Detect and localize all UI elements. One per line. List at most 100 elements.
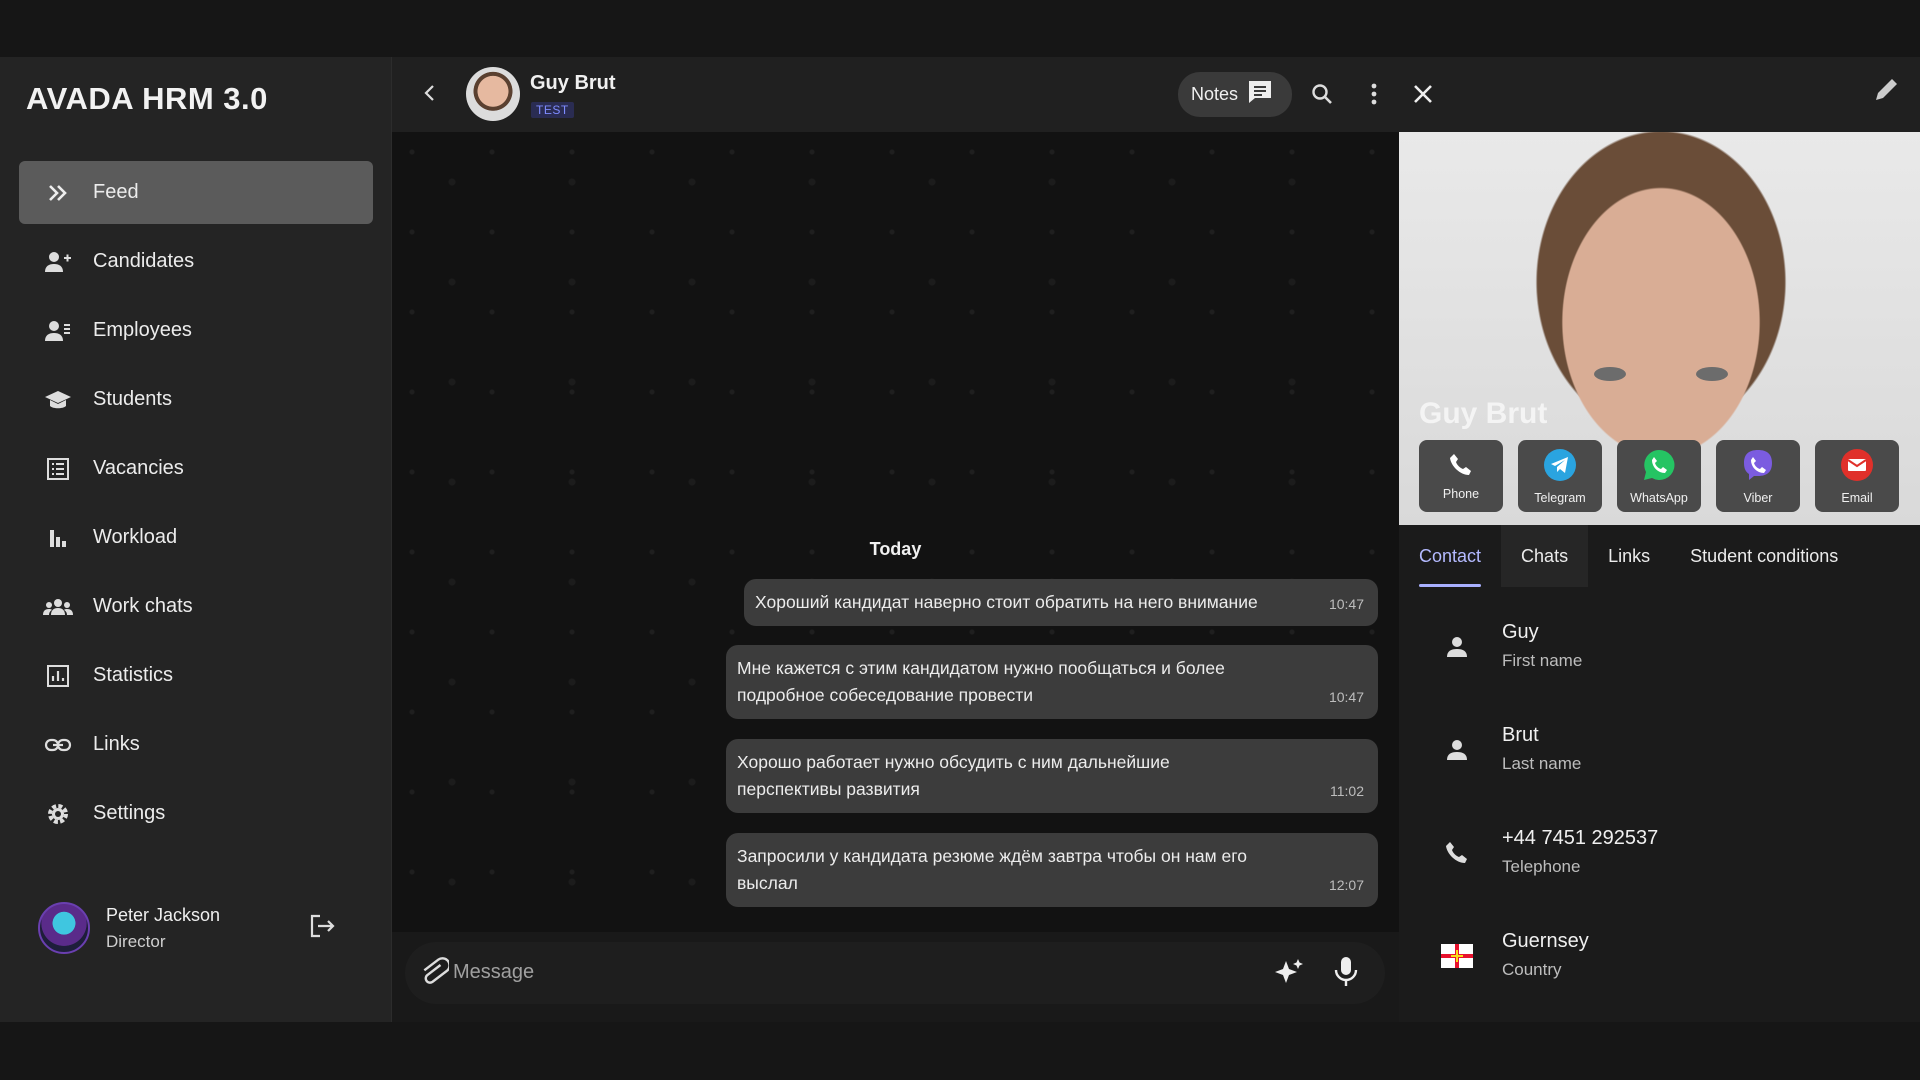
sidebar-item-feed[interactable]: Feed xyxy=(19,161,373,224)
sidebar-item-label: Vacancies xyxy=(93,457,184,479)
chat-messages: Today Хороший кандидат наверно стоит обр… xyxy=(392,132,1399,932)
microphone-icon[interactable] xyxy=(1330,954,1362,995)
action-label: Email xyxy=(1841,490,1873,505)
sidebar-item-label: Employees xyxy=(93,319,192,341)
sidebar-item-label: Work chats xyxy=(93,595,193,617)
sidebar-item-label: Settings xyxy=(93,802,166,824)
candidates-icon xyxy=(43,247,73,277)
double-chevron-icon xyxy=(43,178,73,208)
tab-chats[interactable]: Chats xyxy=(1501,525,1589,587)
sidebar-item-label: Statistics xyxy=(93,664,174,686)
message-bubble[interactable]: Мне кажется с этим кандидатом нужно пооб… xyxy=(726,645,1378,719)
sparkle-icon[interactable] xyxy=(1273,957,1305,994)
profile-tabs: Contact Chats Links Student conditions xyxy=(1399,525,1920,587)
field-value: Guernsey xyxy=(1502,930,1589,952)
action-label: Viber xyxy=(1743,490,1773,505)
current-user: Peter Jackson Director xyxy=(38,898,358,958)
sidebar-item-settings[interactable]: Settings xyxy=(19,782,373,845)
first-name-field[interactable]: Guy First name xyxy=(1399,617,1920,720)
telephone-field[interactable]: +44 7451 292537 Telephone xyxy=(1399,823,1920,926)
paperclip-icon[interactable] xyxy=(419,956,451,995)
message-time: 10:47 xyxy=(1328,689,1364,705)
notes-button[interactable]: Notes xyxy=(1178,72,1292,117)
profile-panel: Guy Brut Phone Telegram WhatsApp Viber E… xyxy=(1399,57,1920,1022)
contact-fields: Guy First name Brut Last name +44 7451 2… xyxy=(1399,617,1920,1029)
telegram-icon xyxy=(1543,448,1577,487)
message-text: Мне кажется с этим кандидатом нужно пооб… xyxy=(737,658,1225,705)
whatsapp-action-button[interactable]: WhatsApp xyxy=(1617,440,1701,512)
close-icon[interactable] xyxy=(1405,76,1441,112)
message-bubble[interactable]: Хороший кандидат наверно стоит обратить … xyxy=(744,579,1378,626)
avatar xyxy=(38,902,90,954)
message-time: 11:02 xyxy=(1330,783,1364,799)
last-name-field[interactable]: Brut Last name xyxy=(1399,720,1920,823)
viber-action-button[interactable]: Viber xyxy=(1716,440,1800,512)
sidebar-item-students[interactable]: Students xyxy=(19,368,373,431)
sidebar-item-links[interactable]: Links xyxy=(19,713,373,776)
chat-area: Guy Brut TEST Notes Today Хороший кандид… xyxy=(392,57,1399,1022)
person-icon xyxy=(1439,732,1475,768)
country-field[interactable]: Guernsey Country xyxy=(1399,926,1920,1029)
photo-eye-left xyxy=(1594,367,1626,381)
telegram-action-button[interactable]: Telegram xyxy=(1518,440,1602,512)
viber-icon xyxy=(1741,448,1775,487)
more-vertical-icon[interactable] xyxy=(1356,76,1392,112)
person-icon xyxy=(1439,629,1475,665)
sidebar-nav: Feed Candidates Employees Students Vacan… xyxy=(19,161,373,851)
flag-icon xyxy=(1439,938,1475,974)
action-label: Telegram xyxy=(1534,490,1586,505)
graduation-cap-icon xyxy=(43,385,73,415)
field-value: Brut xyxy=(1502,724,1539,746)
tab-student-conditions[interactable]: Student conditions xyxy=(1670,525,1858,587)
logout-icon[interactable] xyxy=(308,912,336,945)
contact-actions: Phone Telegram WhatsApp Viber Email xyxy=(1419,440,1914,512)
whatsapp-icon xyxy=(1642,448,1676,487)
link-icon xyxy=(43,730,73,760)
field-caption: Telephone xyxy=(1502,857,1581,876)
sidebar-item-work-chats[interactable]: Work chats xyxy=(19,575,373,638)
field-caption: First name xyxy=(1502,651,1583,670)
action-label: Phone xyxy=(1442,486,1480,501)
phone-icon xyxy=(1448,452,1474,483)
sidebar-item-label: Workload xyxy=(93,526,178,548)
notes-label: Notes xyxy=(1191,84,1239,104)
gear-icon xyxy=(43,799,73,829)
field-caption: Last name xyxy=(1502,754,1582,773)
sidebar-item-label: Candidates xyxy=(93,250,195,272)
bottom-bar xyxy=(0,1022,1920,1080)
profile-name: Guy Brut xyxy=(1419,397,1548,430)
message-input[interactable] xyxy=(453,952,1253,992)
phone-action-button[interactable]: Phone xyxy=(1419,440,1503,512)
app-title: AVADA HRM 3.0 xyxy=(26,81,268,116)
user-role: Director xyxy=(106,931,166,951)
message-bubble[interactable]: Запросили у кандидата резюме ждём завтра… xyxy=(726,833,1378,907)
message-time: 10:47 xyxy=(1328,596,1364,612)
tab-links[interactable]: Links xyxy=(1588,525,1670,587)
message-text: Запросили у кандидата резюме ждём завтра… xyxy=(737,846,1247,893)
user-info: Peter Jackson Director xyxy=(106,905,220,952)
contact-avatar[interactable] xyxy=(466,67,520,121)
message-text: Хороший кандидат наверно стоит обратить … xyxy=(755,592,1258,612)
pencil-icon[interactable] xyxy=(1871,75,1901,110)
day-separator: Today xyxy=(869,539,922,559)
email-action-button[interactable]: Email xyxy=(1815,440,1899,512)
sidebar-item-workload[interactable]: Workload xyxy=(19,506,373,569)
search-icon[interactable] xyxy=(1304,76,1340,112)
sidebar-item-candidates[interactable]: Candidates xyxy=(19,230,373,293)
action-label: WhatsApp xyxy=(1630,490,1688,505)
sidebar-item-label: Feed xyxy=(93,181,139,203)
chevron-left-icon[interactable] xyxy=(412,75,448,111)
sidebar-item-employees[interactable]: Employees xyxy=(19,299,373,362)
contact-name[interactable]: Guy Brut xyxy=(530,72,616,95)
message-composer xyxy=(405,942,1385,1004)
phone-icon xyxy=(1439,835,1475,871)
message-bubble[interactable]: Хорошо работает нужно обсудить с ним дал… xyxy=(726,739,1378,813)
sidebar-item-statistics[interactable]: Statistics xyxy=(19,644,373,707)
tab-contact[interactable]: Contact xyxy=(1419,525,1501,587)
message-time: 12:07 xyxy=(1328,877,1364,893)
group-icon xyxy=(43,592,73,622)
sidebar-item-vacancies[interactable]: Vacancies xyxy=(19,437,373,500)
photo-eye-right xyxy=(1696,367,1728,381)
user-name: Peter Jackson xyxy=(106,904,221,925)
message-text: Хорошо работает нужно обсудить с ним дал… xyxy=(737,752,1170,799)
